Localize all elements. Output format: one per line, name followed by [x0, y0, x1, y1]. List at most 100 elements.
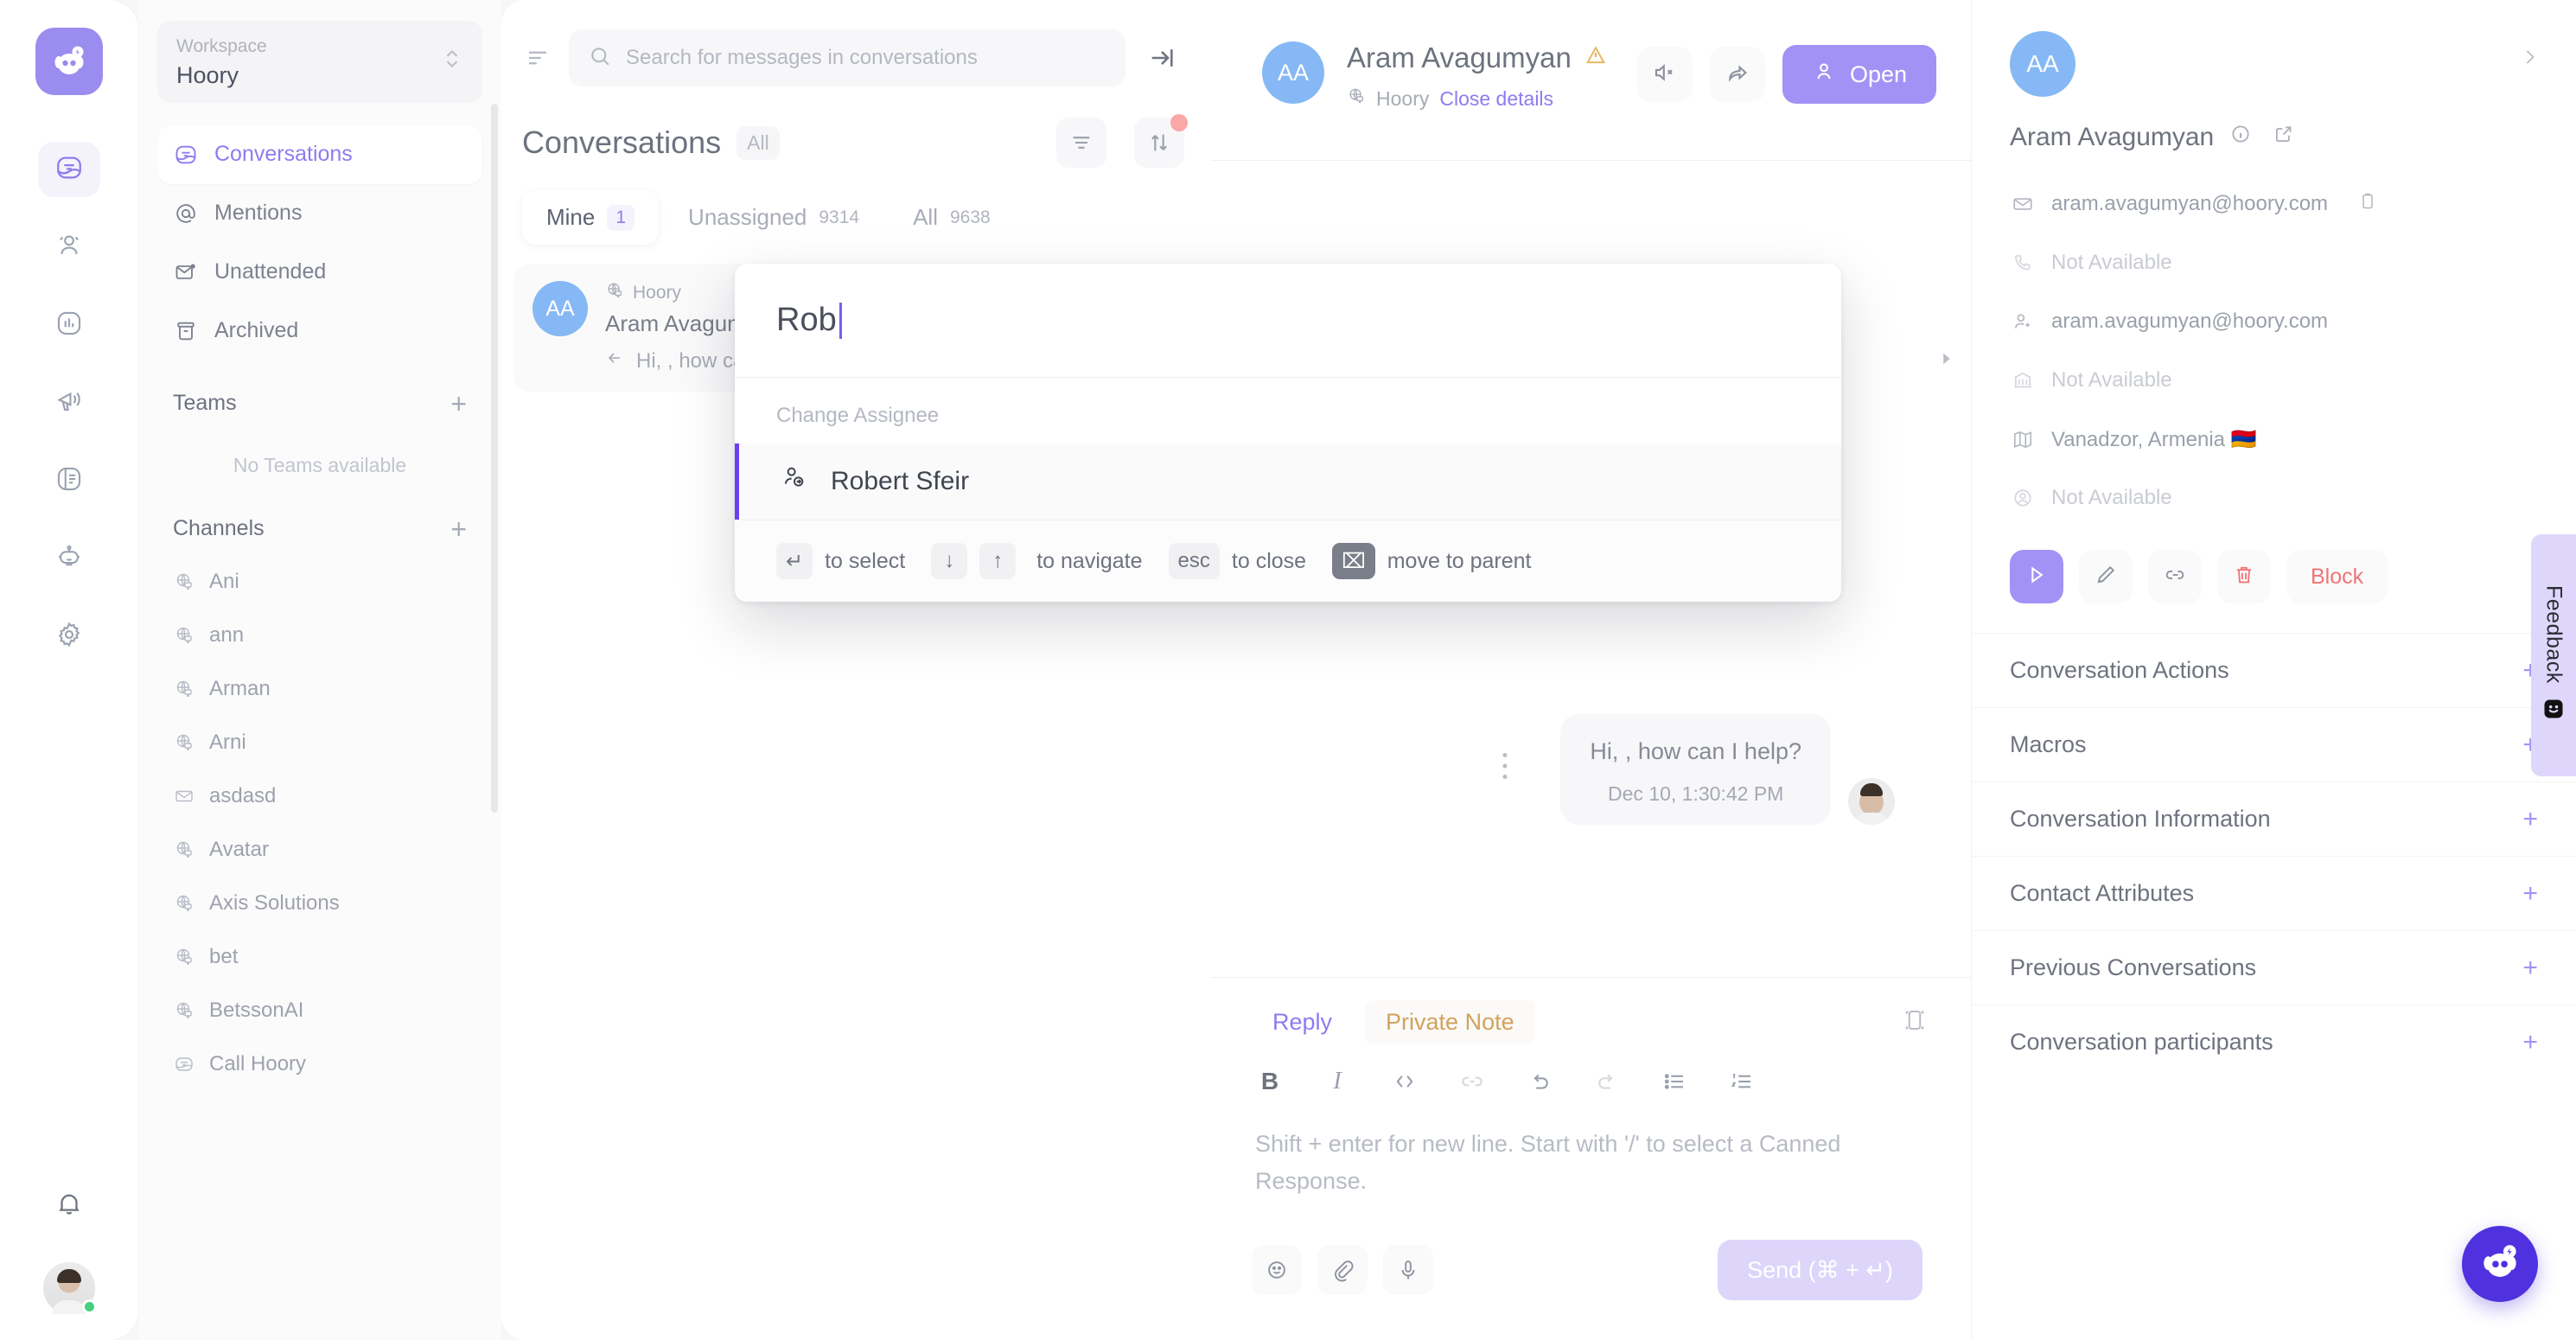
envelope-dot-icon [173, 259, 199, 285]
globe-icon [173, 946, 195, 968]
scope-badge[interactable]: All [736, 125, 780, 160]
chevron-right-icon[interactable] [2519, 47, 2540, 73]
channel-label: Call Hoory [209, 1051, 307, 1075]
feedback-tab[interactable]: Feedback [2531, 534, 2576, 776]
list-item[interactable]: asdasd [173, 769, 467, 823]
undo-icon[interactable] [1525, 1067, 1554, 1096]
tab-private-note[interactable]: Private Note [1365, 999, 1535, 1044]
message-text: Hi, , how can I help? [1590, 738, 1801, 764]
notifications-button[interactable] [38, 1177, 100, 1233]
add-team-button[interactable]: + [450, 390, 467, 418]
workspace-switcher[interactable]: Workspace Hoory [157, 21, 482, 103]
contact-field-location: Vanadzor, Armenia 🇦🇲 [2010, 413, 2538, 465]
search-input[interactable]: Search for messages in conversations [569, 29, 1125, 86]
channel-label: ann [209, 622, 245, 647]
redo-icon[interactable] [1592, 1067, 1622, 1096]
list-item[interactable]: ann [173, 609, 467, 662]
rail-item-conversations[interactable] [38, 142, 100, 197]
list-item[interactable]: bet [173, 930, 467, 984]
sidebar-item-conversations[interactable]: Conversations [157, 124, 482, 184]
delete-contact-button[interactable] [2217, 550, 2271, 603]
edit-contact-button[interactable] [2079, 550, 2133, 603]
rail-item-campaigns[interactable] [38, 375, 100, 431]
tab-reply[interactable]: Reply [1252, 1000, 1353, 1044]
globe-icon [1347, 86, 1366, 111]
contact-field-value: Not Available [2051, 486, 2172, 509]
tab-mine[interactable]: Mine 1 [522, 190, 660, 245]
accordion-conversation-information[interactable]: Conversation Information + [1972, 782, 2576, 856]
hint-label: to navigate [1036, 548, 1143, 573]
list-item[interactable]: Arman [173, 662, 467, 716]
list-item[interactable]: BetssonAI [173, 984, 467, 1037]
message-input[interactable]: Shift + enter for new line. Start with '… [1210, 1096, 1954, 1200]
sidebar-item-unattended[interactable]: Unattended [157, 243, 482, 302]
channel-label: Avatar [209, 837, 269, 861]
close-details-link[interactable]: Close details [1439, 87, 1553, 111]
tab-label: All [913, 204, 938, 230]
accordion-label: Conversation Actions [2010, 657, 2229, 683]
rail-item-ai-assistant[interactable] [38, 531, 100, 586]
list-item[interactable]: Ani [173, 555, 467, 609]
open-status-label: Open [1849, 61, 1907, 87]
expand-thread-icon[interactable] [1936, 349, 1955, 373]
accordion-conversation-actions[interactable]: Conversation Actions + [1972, 633, 2576, 707]
accordion-previous-conversations[interactable]: Previous Conversations + [1972, 930, 2576, 1005]
info-circle-icon[interactable] [2229, 123, 2252, 152]
expand-editor-icon[interactable] [1902, 1007, 1928, 1037]
sidebar-scrollbar[interactable] [491, 104, 498, 813]
command-palette-input[interactable]: Rob [735, 264, 1841, 378]
more-vertical-icon[interactable] [1500, 750, 1510, 788]
send-button[interactable]: Send (⌘ + ↵) [1718, 1240, 1922, 1300]
link-icon[interactable] [1457, 1067, 1487, 1096]
command-palette-result[interactable]: Robert Sfeir [735, 443, 1841, 520]
merge-contact-button[interactable] [2148, 550, 2202, 603]
list-item[interactable]: Arni [173, 716, 467, 769]
rail-item-settings[interactable] [38, 609, 100, 664]
filter-icon[interactable] [1056, 118, 1106, 168]
open-status-button[interactable]: Open [1782, 45, 1936, 104]
share-arrow-icon [1725, 60, 1750, 90]
sidebar-item-mentions[interactable]: Mentions [157, 184, 482, 243]
hoory-logo-icon[interactable] [35, 28, 103, 95]
tab-all[interactable]: All 9638 [889, 190, 1015, 245]
hoory-assistant-fab[interactable] [2462, 1226, 2538, 1302]
sort-arrows-icon[interactable] [1134, 114, 1188, 168]
sidebar-item-archived[interactable]: Archived [157, 302, 482, 361]
rail-icon-list [38, 142, 100, 664]
send-message-button[interactable] [2010, 550, 2063, 603]
sort-icon[interactable] [520, 41, 555, 75]
add-channel-button[interactable]: + [450, 515, 467, 543]
bold-button[interactable]: B [1255, 1067, 1285, 1096]
accordion-macros[interactable]: Macros + [1972, 707, 2576, 782]
block-contact-button[interactable]: Block [2286, 550, 2388, 603]
list-item[interactable]: Call Hoory [173, 1037, 467, 1091]
contact-field-identifier: aram.avagumyan@hoory.com [2010, 296, 2538, 348]
bullet-list-icon[interactable] [1660, 1067, 1689, 1096]
page-title: Conversations [522, 124, 722, 160]
accordion-conversation-participants[interactable]: Conversation participants + [1972, 1005, 2576, 1079]
collapse-panel-icon[interactable] [1139, 34, 1184, 82]
paperclip-icon[interactable] [1317, 1245, 1368, 1295]
list-item[interactable]: Axis Solutions [173, 877, 467, 930]
avatar[interactable] [43, 1262, 97, 1314]
at-icon [173, 201, 199, 227]
numbered-list-icon[interactable] [1727, 1067, 1757, 1096]
rail-bottom [38, 1177, 100, 1314]
rail-item-reports[interactable] [38, 297, 100, 353]
external-link-icon[interactable] [2273, 123, 2295, 152]
accordion-contact-attributes[interactable]: Contact Attributes + [1972, 856, 2576, 930]
tab-label: Unassigned [688, 204, 807, 230]
list-item[interactable]: Avatar [173, 823, 467, 877]
forward-button[interactable] [1709, 47, 1765, 102]
emoji-icon[interactable] [1252, 1245, 1302, 1295]
copy-icon[interactable] [2357, 191, 2378, 218]
microphone-icon[interactable] [1383, 1245, 1433, 1295]
tab-unassigned[interactable]: Unassigned 9314 [664, 190, 883, 245]
italic-button[interactable]: I [1323, 1067, 1352, 1096]
mute-button[interactable] [1636, 47, 1693, 102]
code-button[interactable] [1390, 1067, 1419, 1096]
channel-label: Arni [209, 730, 246, 754]
globe-icon [173, 624, 195, 647]
rail-item-contacts[interactable] [38, 220, 100, 275]
rail-item-knowledge-base[interactable] [38, 453, 100, 508]
